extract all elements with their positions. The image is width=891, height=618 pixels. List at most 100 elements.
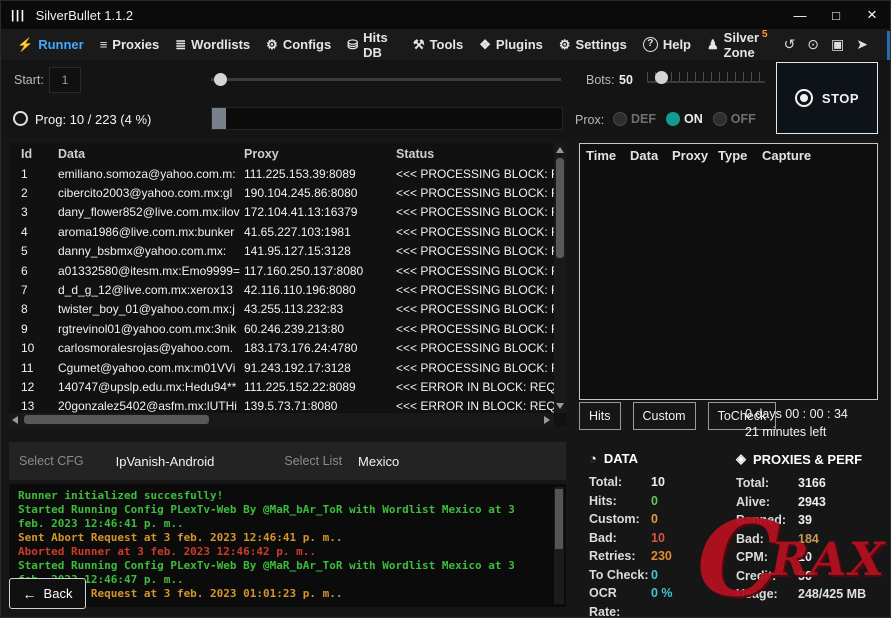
history-icon[interactable]: ↺ [784, 36, 796, 53]
start-slider[interactable] [211, 73, 561, 86]
column-header[interactable]: Id [19, 143, 56, 164]
scrollbar-thumb[interactable] [555, 489, 563, 549]
bots-slider-thumb[interactable] [655, 71, 668, 84]
stat-value: 3166 [798, 476, 826, 490]
table-cell: 111.225.152.22:8089 [244, 379, 356, 394]
hits-header-row: Time Data Proxy Type Capture [580, 144, 877, 167]
nav-item-plugins[interactable]: ❖ Plugins [471, 29, 551, 60]
stat-value: 0 [651, 493, 658, 508]
minimize-button[interactable]: — [782, 1, 818, 29]
nav-item-runner[interactable]: ⚡ Runner [9, 29, 92, 60]
column-header[interactable]: Capture [762, 148, 822, 163]
log-line: Runner initialized succesfully! [18, 489, 224, 502]
table-row[interactable]: 6 a01332580@itesm.mx:Emo9999= 117.160.250.… [19, 261, 566, 280]
stat-label: OCR Rate: [589, 586, 621, 618]
column-header[interactable]: Proxy [672, 148, 718, 163]
log-line: Sent Abort Request at 3 feb. 2023 12:46:… [18, 531, 343, 544]
tab-hits[interactable]: Hits [579, 402, 621, 430]
prox-option-on[interactable]: ON [666, 112, 703, 126]
stat-row: Banned: 39 [736, 511, 888, 530]
nav-item-hits-db[interactable]: ⛁ Hits DB [339, 29, 405, 60]
proxies-stats-icon: ◈ [736, 451, 746, 466]
table-row[interactable]: 10 carlosmoralesrojas@yahoo.com. 183.173.1… [19, 339, 566, 358]
table-cell: <<< PROCESSING BLOCK: R [396, 205, 560, 220]
scroll-right-icon[interactable] [544, 416, 550, 424]
table-cell: aroma1986@live.com.mx:bunker [58, 224, 235, 239]
stat-row: Bad: 10 [589, 529, 731, 548]
nav-item-configs[interactable]: ⚙ Configs [258, 29, 339, 60]
log-line: Sent Abort Request at 3 feb. 2023 01:01:… [18, 587, 343, 600]
scroll-up-icon[interactable] [556, 147, 564, 153]
column-header[interactable]: Data [630, 148, 672, 163]
column-header[interactable]: Proxy [242, 143, 394, 164]
nav-item-wordlists[interactable]: ≣ Wordlists [167, 29, 258, 60]
stat-value: 0 [651, 567, 658, 582]
nav-quick-icons: ↺ ⊙ ▣ ➤ [784, 29, 868, 60]
table-row[interactable]: 3 dany_flower852@live.com.mx:ilov 172.104.… [19, 203, 566, 222]
scroll-left-icon[interactable] [12, 416, 18, 424]
scrollbar-thumb[interactable] [24, 415, 209, 424]
window-title: SilverBullet 1.1.2 [35, 7, 134, 23]
back-label: Back [43, 586, 73, 601]
nav-item-silver-zone[interactable]: ♟ Silver Zone 5 [699, 29, 784, 60]
telegram-icon[interactable]: ➤ [856, 36, 868, 53]
table-cell: 4 [21, 224, 28, 239]
stat-label: Hits: [589, 493, 617, 508]
column-header[interactable]: Data [56, 143, 242, 164]
column-header[interactable]: Type [718, 148, 762, 163]
table-cell: 7 [21, 283, 28, 298]
nav-item-settings[interactable]: ⚙ Settings [551, 29, 635, 60]
stat-row: Total: 3166 [736, 474, 888, 493]
runner-icon: ⚡ [17, 36, 34, 52]
discord-icon[interactable]: ▣ [831, 36, 844, 53]
table-row[interactable]: 11 Cgumet@yahoo.com.mx:m01VVi 91.243.192.1… [19, 358, 566, 377]
prox-option-def[interactable]: DEF [613, 112, 656, 126]
close-button[interactable]: × [854, 1, 890, 29]
results-vertical-scrollbar[interactable] [554, 143, 566, 413]
maximize-button[interactable]: □ [818, 1, 854, 29]
nav-item-help[interactable]: ? Help [635, 29, 699, 60]
table-row[interactable]: 1 emiliano.somoza@yahoo.com.m: 111.225.153… [19, 164, 566, 183]
table-row[interactable]: 5 danny_bsbmx@yahoo.com.mx: 141.95.127.15:… [19, 242, 566, 261]
select-list-button[interactable]: Select List [284, 454, 342, 468]
stat-value: 39 [798, 513, 812, 527]
nav-item-proxies[interactable]: ≡ Proxies [92, 29, 168, 60]
progress-radio-icon[interactable] [13, 111, 28, 126]
column-header[interactable]: Status [394, 143, 566, 164]
stat-value: 50 [798, 568, 812, 583]
stat-label: Total: [589, 475, 623, 489]
start-slider-thumb[interactable] [214, 73, 227, 86]
data-stats-title: DATA [603, 451, 639, 466]
prox-option-off[interactable]: OFF [712, 112, 756, 126]
camera-icon[interactable]: ⊙ [807, 36, 819, 53]
window-controls: — □ × [782, 1, 890, 29]
table-row[interactable]: 12 140747@upslp.edu.mx:Hedu94** 111.225.15… [19, 377, 566, 396]
column-header[interactable]: Time [586, 148, 630, 163]
stat-row: Total: 10 [589, 473, 731, 492]
table-row[interactable]: 7 d_d_g_12@live.com.mx:xerox13 42.116.110.… [19, 280, 566, 299]
table-cell: <<< PROCESSING BLOCK: R [396, 224, 560, 239]
log-scrollbar[interactable] [554, 487, 564, 604]
table-cell: <<< PROCESSING BLOCK: R [396, 341, 560, 356]
table-cell: 172.104.41.13:16379 [244, 205, 358, 220]
scroll-down-icon[interactable] [556, 403, 564, 409]
back-button[interactable]: ← Back [9, 578, 86, 609]
table-cell: 91.243.192.17:3128 [244, 360, 351, 375]
wordlists-icon: ≣ [175, 36, 187, 52]
stop-button[interactable]: STOP [776, 62, 878, 134]
stat-value: 10 [651, 475, 665, 489]
scrollbar-thumb[interactable] [556, 158, 564, 258]
nav-item-tools[interactable]: ⚒ Tools [405, 29, 471, 60]
tab-custom[interactable]: Custom [632, 402, 696, 430]
table-row[interactable]: 9 rgtrevinol01@yahoo.com.mx:3nik 60.246.23… [19, 319, 566, 338]
results-horizontal-scrollbar[interactable] [9, 413, 554, 426]
start-input[interactable] [49, 67, 81, 93]
log-lines: Runner initialized succesfully! Started R… [9, 484, 546, 606]
table-row[interactable]: 2 cibercito2003@yahoo.com.mx:gl 190.104.24… [19, 183, 566, 202]
select-cfg-button[interactable]: Select CFG [19, 454, 84, 468]
table-row[interactable]: 4 aroma1986@live.com.mx:bunker 41.65.227.1… [19, 222, 566, 241]
selected-config-name: IpVanish-Android [115, 453, 215, 469]
bots-slider[interactable] [647, 71, 765, 84]
table-row[interactable]: 8 twister_boy_01@yahoo.com.mx:j 43.255.113… [19, 300, 566, 319]
prox-option-label: OFF [730, 112, 756, 126]
